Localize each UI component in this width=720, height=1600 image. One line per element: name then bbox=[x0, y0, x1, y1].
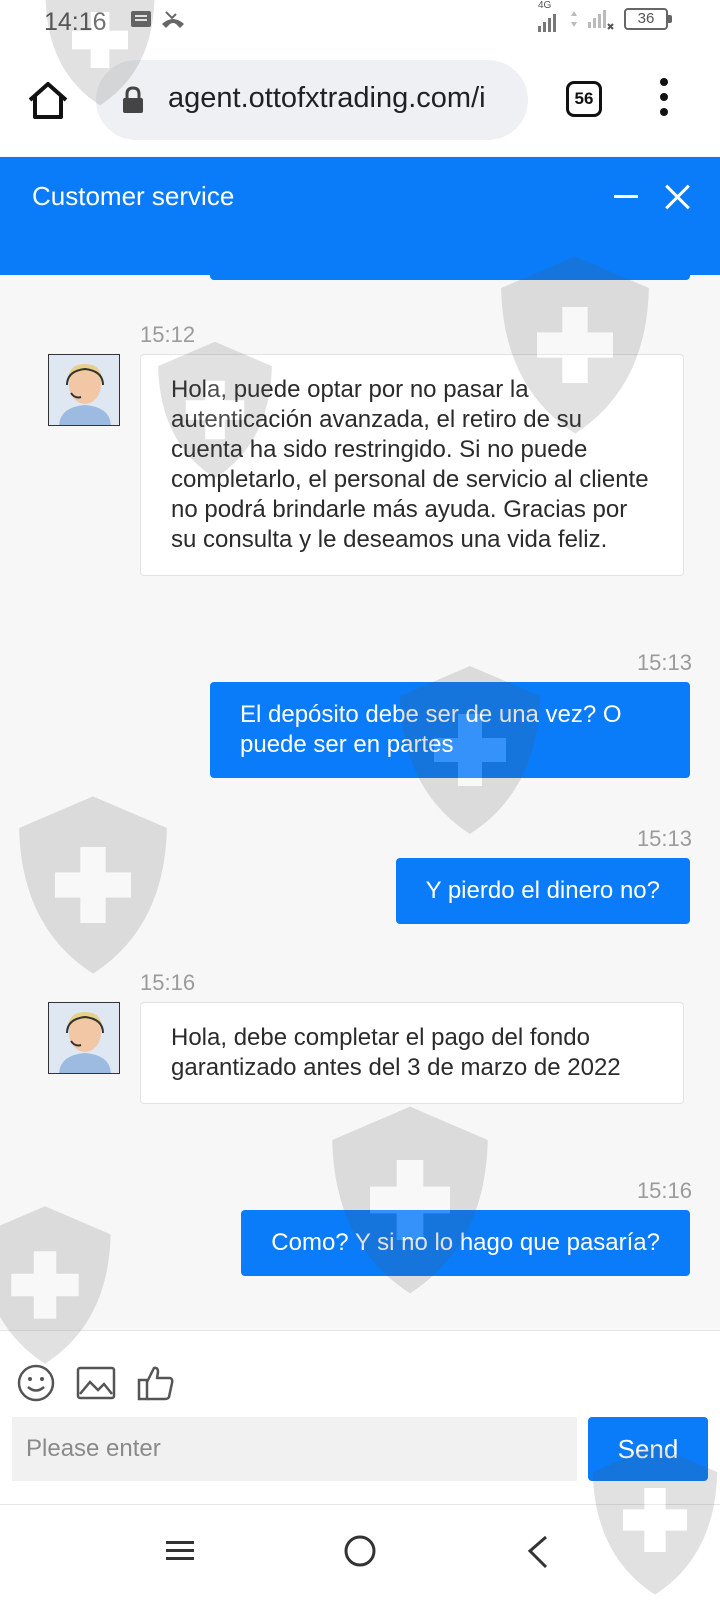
status-time: 14:16 bbox=[44, 8, 107, 36]
signal-no-service-icon bbox=[588, 10, 614, 30]
chat-title: Customer service bbox=[32, 181, 235, 211]
more-options-icon[interactable] bbox=[652, 78, 676, 122]
emoji-icon[interactable] bbox=[16, 1363, 56, 1403]
address-bar[interactable]: agent.ottofxtrading.com/i bbox=[96, 60, 528, 140]
clipped-message-bubble bbox=[210, 258, 690, 280]
message-timestamp: 15:16 bbox=[636, 1178, 692, 1203]
status-bar: 14:16 4G 36 bbox=[0, 0, 720, 44]
thumbs-up-icon[interactable] bbox=[136, 1363, 176, 1403]
url-text: agent.ottofxtrading.com/i bbox=[168, 82, 486, 114]
user-message-bubble: Y pierdo el dinero no? bbox=[395, 858, 690, 924]
user-message-bubble: Como? Y si no lo hago que pasaría? bbox=[241, 1210, 690, 1276]
minimize-button[interactable] bbox=[614, 185, 638, 209]
message-timestamp: 15:13 bbox=[636, 826, 692, 851]
close-button[interactable] bbox=[664, 183, 692, 211]
recent-apps-icon[interactable] bbox=[164, 1535, 196, 1567]
home-icon[interactable] bbox=[26, 80, 70, 120]
agent-message-bubble: Hola, puede optar por no pasar la autent… bbox=[140, 354, 684, 576]
network-type-label: 4G bbox=[538, 0, 552, 11]
system-navigation-bar bbox=[0, 1504, 720, 1600]
message-timestamp: 15:12 bbox=[140, 322, 196, 347]
data-transfer-icon bbox=[571, 11, 577, 27]
agent-avatar bbox=[48, 1002, 120, 1074]
agent-message-bubble: Hola, debe completar el pago del fondo g… bbox=[140, 1002, 684, 1104]
message-timestamp: 15:16 bbox=[140, 970, 196, 995]
status-notification-icons bbox=[130, 10, 186, 30]
send-button[interactable]: Send bbox=[588, 1417, 708, 1481]
message-timestamp: 15:13 bbox=[636, 650, 692, 675]
status-system-icons: 4G 36 bbox=[538, 0, 672, 32]
image-icon[interactable] bbox=[76, 1363, 116, 1403]
message-composer: Send bbox=[0, 1330, 720, 1504]
agent-avatar bbox=[48, 354, 120, 426]
battery-icon: 36 bbox=[624, 8, 672, 30]
tab-switcher-button[interactable]: 56 bbox=[566, 81, 602, 117]
watermark-shield-icon bbox=[19, 796, 167, 974]
back-icon[interactable] bbox=[524, 1535, 552, 1571]
message-notification-icon bbox=[131, 11, 151, 27]
home-circle-icon[interactable] bbox=[342, 1535, 378, 1571]
user-message-bubble: El depósito debe ser de una vez? O puede… bbox=[210, 682, 690, 778]
browser-toolbar: agent.ottofxtrading.com/i 56 bbox=[0, 44, 720, 156]
signal-4g-icon: 4G bbox=[538, 0, 560, 32]
lock-icon bbox=[123, 86, 143, 113]
message-input[interactable] bbox=[12, 1417, 577, 1481]
missed-call-icon bbox=[162, 11, 184, 28]
